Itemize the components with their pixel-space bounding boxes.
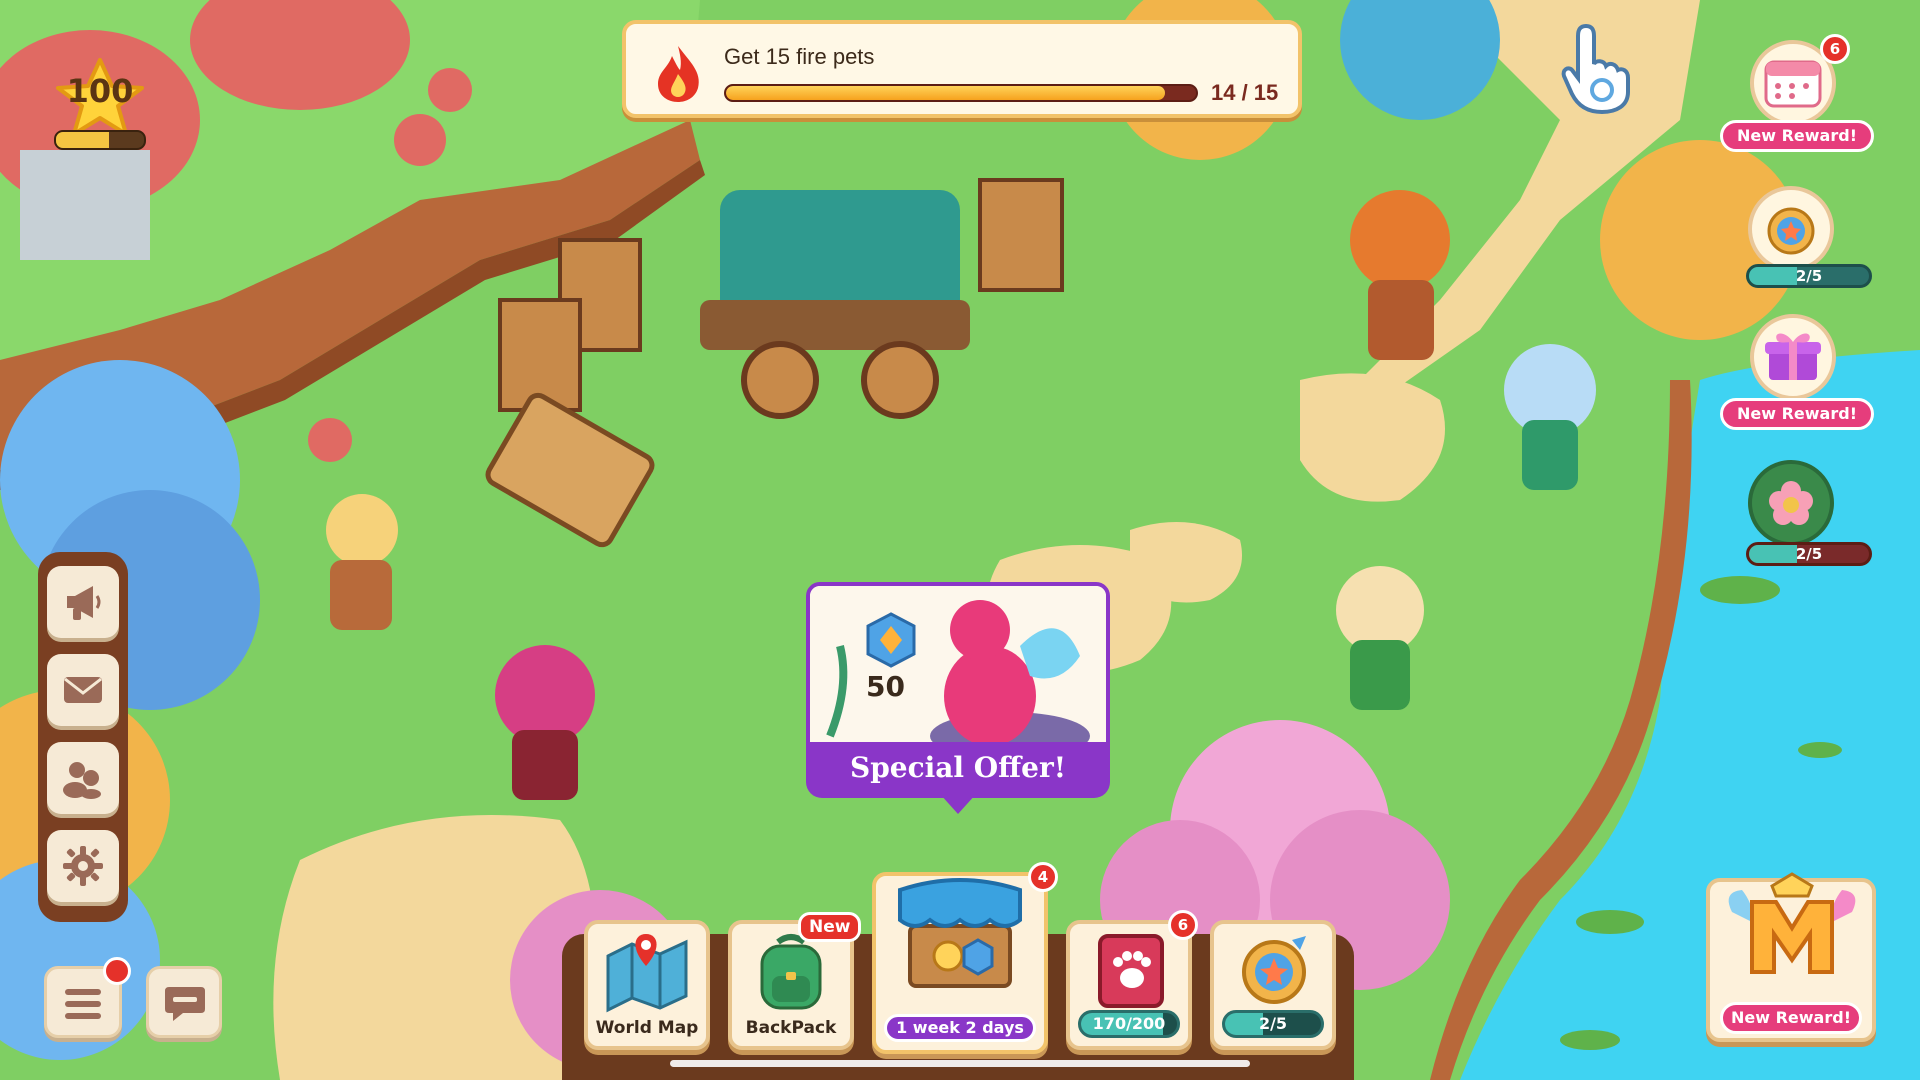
membership-reward-label: New Reward! [1720, 1002, 1862, 1034]
chat-bubble-icon [165, 987, 205, 1021]
flower-reward-progress-label: 2/5 [1795, 545, 1823, 563]
paw-book-icon [1098, 934, 1164, 1008]
pet-ring-icon [1748, 186, 1834, 272]
friends-button[interactable] [47, 742, 119, 814]
backpack-button[interactable]: New BackPack [728, 912, 862, 1050]
flower-reward-button[interactable]: 2/5 [1726, 456, 1872, 566]
pet-ring-progress-fill [1225, 1013, 1264, 1035]
pet-ring-icon [1242, 936, 1306, 1004]
calendar-reward-label: New Reward! [1720, 120, 1874, 152]
gift-reward-label: New Reward! [1720, 398, 1874, 430]
level-number: 100 [66, 72, 134, 110]
calendar-badge: 6 [1820, 34, 1850, 64]
chat-button[interactable] [146, 966, 222, 1038]
pet-ring-reward-progress-label: 2/5 [1795, 267, 1823, 285]
gift-reward-button[interactable]: New Reward! [1720, 306, 1874, 436]
offer-pet-illustration [810, 586, 1106, 758]
main-menu-button[interactable] [44, 957, 131, 1038]
pet-book-progress-label: 170/200 [1092, 1014, 1166, 1033]
quest-progress-bar [724, 84, 1198, 102]
shop-button[interactable]: 4 1 week 2 days [872, 862, 1058, 1054]
quest-progress-count: 14 / 15 [1211, 80, 1279, 105]
membership-reward-button[interactable]: New Reward! [1706, 872, 1876, 1042]
pet-ring-button[interactable]: 2/5 [1210, 920, 1336, 1050]
pet-ring-reward-button[interactable]: 2/5 [1726, 180, 1872, 290]
world-map-button[interactable]: World Map [584, 920, 710, 1050]
fire-icon [658, 46, 699, 102]
envelope-icon [64, 677, 102, 703]
shop-badge: 4 [1028, 862, 1058, 892]
special-offer-label: Special Offer! [806, 742, 1110, 798]
left-side-menu [38, 552, 128, 922]
pet-book-progress: 170/200 [1078, 1010, 1180, 1038]
settings-button[interactable] [47, 830, 119, 902]
quest-progress-fill [726, 86, 1165, 100]
tap-cursor-icon [1561, 23, 1630, 115]
gift-icon [1750, 314, 1836, 400]
announcements-button[interactable] [47, 566, 119, 638]
xp-fill [56, 132, 109, 148]
quest-banner[interactable]: Get 15 fire pets 14 / 15 [622, 20, 1302, 118]
shop-icon [898, 878, 1022, 988]
gear-icon [63, 846, 103, 886]
pet-book-button[interactable]: 6 170/200 [1066, 910, 1198, 1050]
offer-cost: 50 [866, 670, 905, 703]
backpack-new-tag: New [798, 912, 862, 942]
backpack-icon [760, 934, 822, 1010]
xp-bar [54, 130, 146, 150]
notification-dot [103, 957, 131, 985]
world-map-label: World Map [595, 1018, 699, 1038]
special-offer-button[interactable]: 50 Special Offer! [806, 582, 1110, 814]
pet-book-badge: 6 [1168, 910, 1198, 940]
backpack-label: BackPack [745, 1018, 837, 1038]
pet-ring-progress: 2/5 [1222, 1010, 1324, 1038]
hamburger-icon [65, 989, 101, 1019]
pet-ring-reward-progress: 2/5 [1746, 264, 1872, 288]
flower-icon [1748, 460, 1834, 546]
membership-m-icon [1728, 872, 1856, 974]
map-icon [606, 934, 688, 1013]
home-indicator[interactable] [670, 1060, 1250, 1067]
friends-icon [63, 762, 101, 799]
shop-timer: 1 week 2 days [884, 1014, 1036, 1042]
special-offer-card: 50 [806, 582, 1110, 762]
pet-ring-progress-label: 2/5 [1258, 1014, 1288, 1033]
flower-reward-progress: 2/5 [1746, 542, 1872, 566]
quest-text: Get 15 fire pets [724, 44, 875, 69]
calendar-reward-button[interactable]: 6 New Reward! [1720, 28, 1874, 158]
megaphone-icon [67, 586, 101, 620]
bottom-dock: World Map New BackPack 4 1 week 2 days 6… [562, 862, 1354, 1080]
mail-button[interactable] [47, 654, 119, 726]
player-level[interactable]: 100 [50, 58, 150, 168]
offer-pointer [940, 794, 976, 814]
gem-icon [866, 612, 916, 668]
